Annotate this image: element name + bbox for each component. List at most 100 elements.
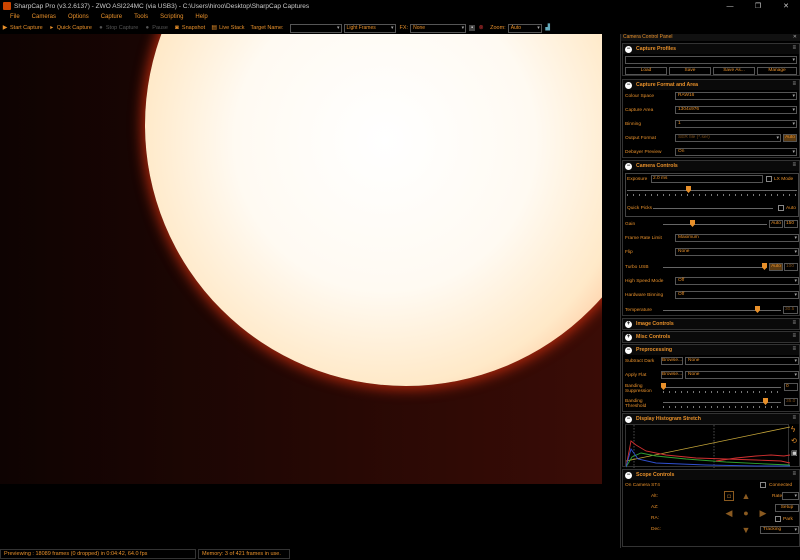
park-checkbox[interactable] — [775, 516, 781, 522]
close-icon[interactable]: ✕ — [793, 34, 797, 41]
menu-icon[interactable]: ≡ — [792, 320, 796, 326]
exposure-slider[interactable] — [627, 190, 797, 191]
output-format-select[interactable]: SER file (*.ser) ▾ — [675, 134, 781, 142]
apply-flat-browse-button[interactable]: Browse... — [661, 371, 683, 379]
preprocessing-header[interactable]: − Preprocessing ≡ — [623, 345, 799, 355]
stop-slew-button[interactable]: ◘ — [724, 491, 734, 501]
lx-mode-checkbox[interactable] — [766, 176, 772, 182]
menu-tools[interactable]: Tools — [128, 14, 154, 20]
save-button[interactable]: Save — [669, 67, 711, 75]
banding-suppression-value[interactable]: 0 — [784, 383, 798, 391]
capture-area-select[interactable]: 1304x976 ▾ — [675, 106, 797, 114]
live-stack-button[interactable]: ▤ Live Stack — [211, 25, 244, 31]
save-as-button[interactable]: Save As... — [713, 67, 755, 75]
snapshot-button[interactable]: ◙ Snapshot — [174, 25, 205, 31]
histogram-section: − Display Histogram Stretch ≡ ϟ ⟲ ▣ — [622, 413, 800, 468]
capture-format-header[interactable]: − Capture Format and Area ≡ — [623, 80, 799, 90]
load-button[interactable]: Load — [625, 67, 667, 75]
pause-icon: ● — [145, 25, 150, 31]
banding-threshold-value[interactable]: 35.0 — [784, 398, 798, 406]
menu-icon[interactable]: ≡ — [792, 471, 796, 477]
save-icon[interactable]: ▣ — [791, 449, 798, 457]
gain-slider-thumb[interactable] — [690, 220, 695, 227]
close-button[interactable]: ✕ — [772, 0, 800, 12]
east-arrow-icon[interactable]: ▶ — [758, 508, 768, 518]
gain-slider[interactable] — [663, 224, 767, 225]
menu-options[interactable]: Options — [62, 14, 95, 20]
fx-clear-button[interactable]: ⊗ — [478, 25, 484, 31]
turbo-value[interactable]: 100 — [784, 263, 798, 271]
banding-threshold-thumb[interactable] — [763, 398, 768, 405]
debayer-select[interactable]: On ▾ — [675, 148, 797, 156]
capture-profiles-section: − Capture Profiles ≡ ▾ Load Save Save As..… — [622, 43, 800, 76]
menu-icon[interactable]: ≡ — [792, 346, 796, 352]
target-name-input[interactable]: ▾ — [289, 23, 342, 33]
menu-icon[interactable]: ≡ — [792, 333, 796, 339]
camera-controls-header[interactable]: − Camera Controls ≡ — [623, 161, 799, 171]
mount-name: On Camera ST4 — [625, 483, 660, 488]
minimize-button[interactable]: — — [716, 0, 744, 12]
gain-value[interactable]: 150 — [784, 220, 798, 228]
frame-rate-select[interactable]: Maximum ▾ — [675, 234, 799, 242]
image-controls-header[interactable]: + Image Controls ≡ — [623, 319, 799, 329]
exposure-input[interactable]: 2.0 ms — [651, 175, 763, 183]
misc-controls-header[interactable]: + Misc Controls ≡ — [623, 332, 799, 342]
chevron-down-icon: ▾ — [794, 278, 797, 284]
menu-icon[interactable]: ≡ — [792, 81, 796, 87]
maximize-button[interactable]: ❐ — [744, 0, 772, 12]
setup-button[interactable]: Setup — [775, 504, 799, 512]
flip-select[interactable]: None ▾ — [675, 248, 799, 256]
menu-icon[interactable]: ≡ — [792, 45, 796, 51]
output-auto-button[interactable]: Auto — [783, 134, 797, 142]
colour-space-select[interactable]: RAW16 ▾ — [675, 92, 797, 100]
menu-scripting[interactable]: Scripting — [154, 14, 189, 20]
turbo-usb-slider-thumb[interactable] — [762, 263, 767, 270]
fx-settings-button[interactable]: ▪ — [469, 25, 476, 31]
zoom-select[interactable]: Auto ▾ — [507, 23, 542, 33]
frame-type-select[interactable]: Light Frames ▾ — [343, 23, 396, 33]
menu-icon[interactable]: ≡ — [792, 415, 796, 421]
stop-capture-button[interactable]: ● Stop Capture — [98, 25, 138, 31]
histogram-header[interactable]: − Display Histogram Stretch ≡ — [623, 414, 799, 424]
binning-select[interactable]: 1 ▾ — [675, 120, 797, 128]
pause-button[interactable]: ● Pause — [144, 25, 167, 31]
scope-controls-header[interactable]: − Scope Controls ≡ — [623, 470, 799, 480]
reset-icon[interactable]: ⟲ — [791, 437, 797, 445]
gain-auto-button[interactable]: Auto — [769, 220, 783, 228]
menu-file[interactable]: File — [4, 14, 26, 20]
histogram-display[interactable] — [625, 424, 791, 468]
quick-picks-slider[interactable] — [653, 208, 773, 209]
hardware-binning-select[interactable]: Off ▾ — [675, 291, 799, 299]
north-arrow-icon[interactable]: ▲ — [741, 491, 751, 501]
turbo-usb-slider[interactable] — [663, 267, 767, 268]
tracking-select[interactable]: Tracking ▾ — [760, 526, 799, 534]
menu-icon[interactable]: ≡ — [792, 162, 796, 168]
capture-profiles-header[interactable]: − Capture Profiles ≡ — [623, 44, 799, 54]
menu-help[interactable]: Help — [189, 14, 213, 20]
quick-capture-button[interactable]: ▸ Quick Capture — [49, 25, 92, 31]
image-viewer[interactable] — [0, 34, 602, 484]
south-arrow-icon[interactable]: ▼ — [741, 525, 751, 535]
subtract-dark-browse-button[interactable]: Browse... — [661, 357, 683, 365]
west-arrow-icon[interactable]: ◀ — [724, 508, 734, 518]
chevron-down-icon: ▾ — [792, 121, 795, 127]
profile-select[interactable]: ▾ — [625, 56, 797, 64]
rate-select[interactable]: ▾ — [782, 492, 799, 500]
histogram-toggle-button[interactable]: ▟ — [545, 25, 551, 31]
apply-flat-select[interactable]: None ▾ — [685, 371, 799, 379]
fx-select[interactable]: None ▾ — [410, 23, 467, 33]
exposure-auto-checkbox[interactable] — [778, 205, 784, 211]
banding-suppression-thumb[interactable] — [661, 383, 666, 390]
lightning-icon[interactable]: ϟ — [791, 425, 795, 434]
turbo-auto-button[interactable]: Auto — [769, 263, 783, 271]
menu-cameras[interactable]: Cameras — [26, 14, 62, 20]
chevron-down-icon: ▾ — [792, 149, 795, 155]
connected-checkbox[interactable] — [760, 482, 766, 488]
manage-button[interactable]: Manage — [757, 67, 797, 75]
high-speed-label: High Speed Mode — [625, 279, 664, 284]
high-speed-select[interactable]: Off ▾ — [675, 277, 799, 285]
banding-suppression-slider[interactable] — [663, 387, 781, 388]
menu-capture[interactable]: Capture — [95, 14, 128, 20]
subtract-dark-select[interactable]: None ▾ — [685, 357, 799, 365]
start-capture-button[interactable]: ▶ Start Capture — [2, 25, 43, 31]
